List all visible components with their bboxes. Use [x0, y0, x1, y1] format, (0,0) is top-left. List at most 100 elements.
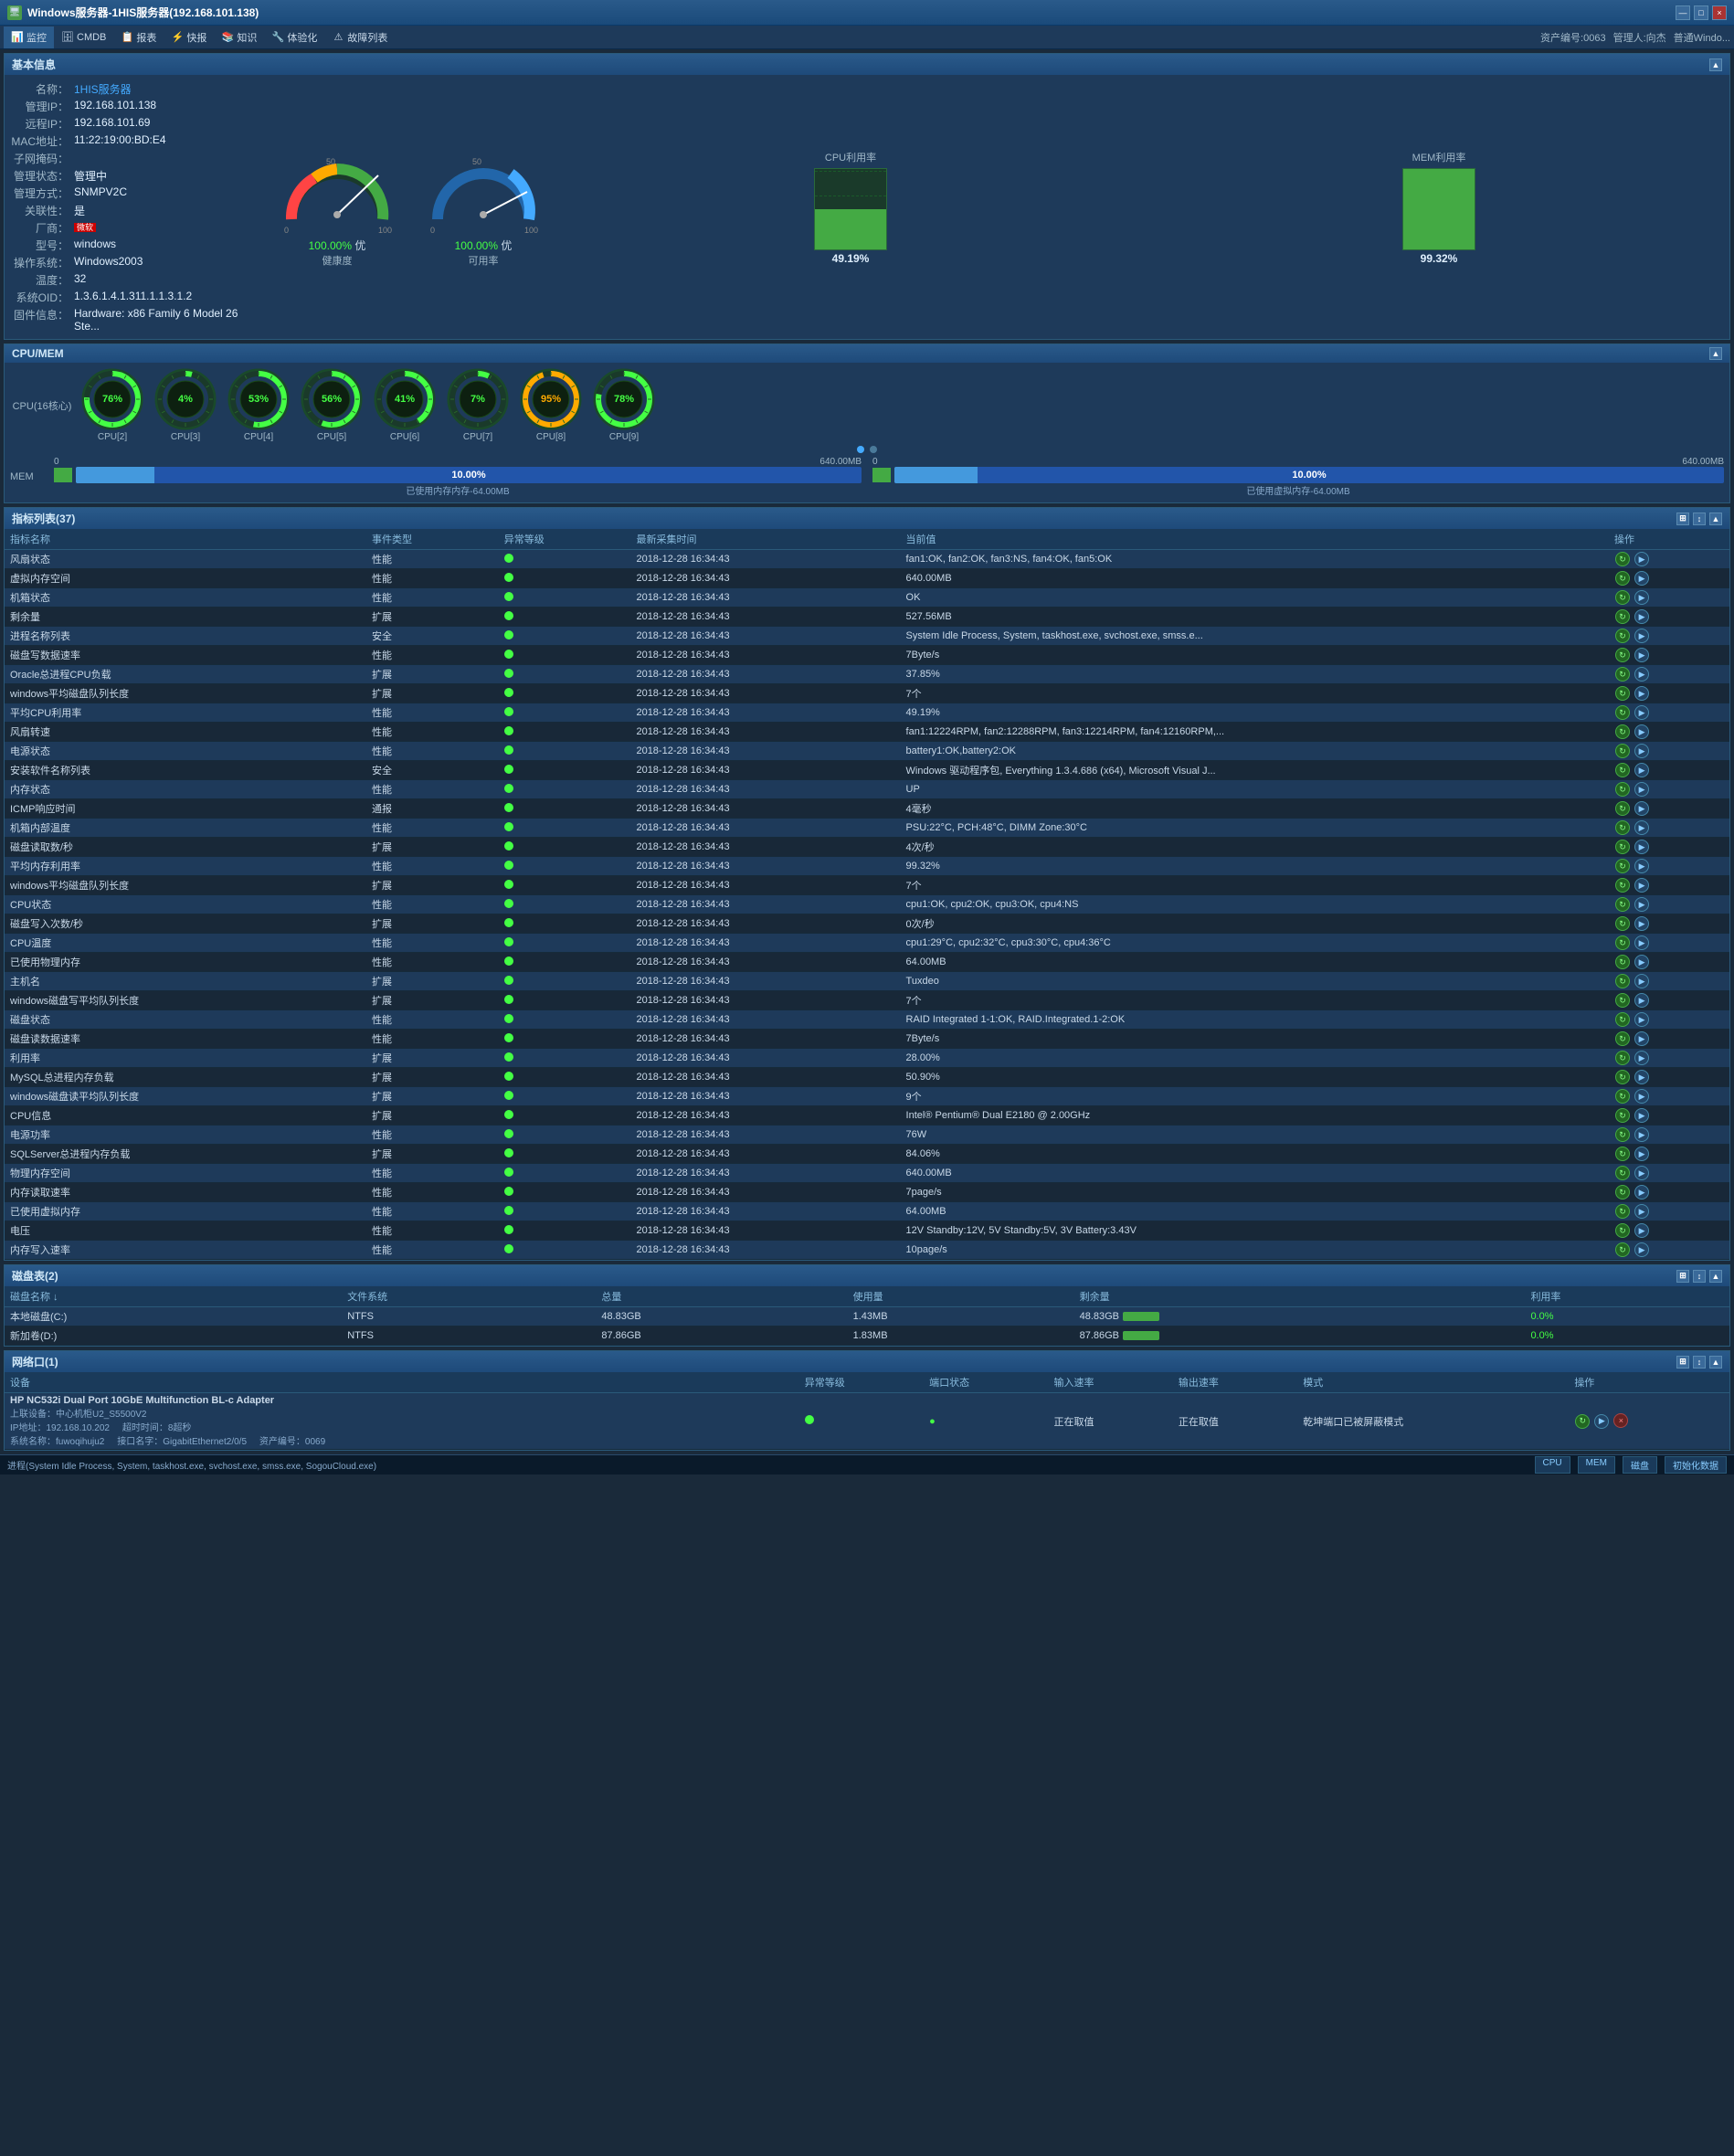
- status-tab-mem[interactable]: MEM: [1578, 1456, 1615, 1474]
- indicator-actions[interactable]: ↻ ▶: [1609, 761, 1729, 780]
- indicator-action-view[interactable]: ▶: [1634, 1108, 1649, 1123]
- indicator-action-view[interactable]: ▶: [1634, 955, 1649, 969]
- indicator-action-refresh[interactable]: ↻: [1615, 916, 1630, 931]
- indicator-actions[interactable]: ↻ ▶: [1609, 780, 1729, 799]
- indicator-actions[interactable]: ↻ ▶: [1609, 914, 1729, 934]
- indicator-actions[interactable]: ↻ ▶: [1609, 1106, 1729, 1126]
- indicator-actions[interactable]: ↻ ▶: [1609, 1145, 1729, 1164]
- indicator-action-view[interactable]: ▶: [1634, 1127, 1649, 1142]
- indicator-action-view[interactable]: ▶: [1634, 1012, 1649, 1027]
- indicator-action-refresh[interactable]: ↻: [1615, 1108, 1630, 1123]
- indicators-btn-1[interactable]: ⊞: [1676, 513, 1689, 525]
- indicator-action-view[interactable]: ▶: [1634, 686, 1649, 701]
- indicator-action-refresh[interactable]: ↻: [1615, 1070, 1630, 1084]
- indicator-action-view[interactable]: ▶: [1634, 609, 1649, 624]
- indicator-actions[interactable]: ↻ ▶: [1609, 1010, 1729, 1030]
- indicator-action-view[interactable]: ▶: [1634, 1204, 1649, 1219]
- indicator-actions[interactable]: ↻ ▶: [1609, 876, 1729, 895]
- indicator-action-view[interactable]: ▶: [1634, 571, 1649, 586]
- indicator-actions[interactable]: ↻ ▶: [1609, 1202, 1729, 1221]
- indicator-action-view[interactable]: ▶: [1634, 1070, 1649, 1084]
- nav-item-quick[interactable]: ⚡ 快报: [164, 26, 214, 48]
- nav-item-monitor[interactable]: 📊 监控: [4, 26, 54, 48]
- indicator-action-view[interactable]: ▶: [1634, 974, 1649, 988]
- indicator-actions[interactable]: ↻ ▶: [1609, 742, 1729, 761]
- indicator-actions[interactable]: ↻ ▶: [1609, 665, 1729, 684]
- indicator-action-view[interactable]: ▶: [1634, 590, 1649, 605]
- indicator-actions[interactable]: ↻ ▶: [1609, 588, 1729, 608]
- indicator-actions[interactable]: ↻ ▶: [1609, 569, 1729, 588]
- indicator-action-view[interactable]: ▶: [1634, 820, 1649, 835]
- indicator-action-view[interactable]: ▶: [1634, 1185, 1649, 1200]
- indicator-action-view[interactable]: ▶: [1634, 705, 1649, 720]
- indicator-action-view[interactable]: ▶: [1634, 629, 1649, 643]
- indicator-actions[interactable]: ↻ ▶: [1609, 723, 1729, 742]
- net-action-delete[interactable]: ×: [1613, 1413, 1628, 1428]
- indicator-action-refresh[interactable]: ↻: [1615, 705, 1630, 720]
- indicator-action-view[interactable]: ▶: [1634, 801, 1649, 816]
- indicator-action-refresh[interactable]: ↻: [1615, 935, 1630, 950]
- cpu-mem-expand-btn[interactable]: ▲: [1709, 347, 1722, 360]
- nav-item-report[interactable]: 📋 报表: [113, 26, 164, 48]
- indicator-action-view[interactable]: ▶: [1634, 1166, 1649, 1180]
- status-tabs[interactable]: CPU MEM 磁盘 初始化数据: [1535, 1456, 1727, 1474]
- indicator-actions[interactable]: ↻ ▶: [1609, 1183, 1729, 1202]
- page-dot-1[interactable]: [857, 446, 864, 453]
- indicator-actions[interactable]: ↻ ▶: [1609, 703, 1729, 723]
- indicator-actions[interactable]: ↻ ▶: [1609, 857, 1729, 876]
- indicator-action-refresh[interactable]: ↻: [1615, 590, 1630, 605]
- indicator-action-refresh[interactable]: ↻: [1615, 724, 1630, 739]
- indicator-actions[interactable]: ↻ ▶: [1609, 1164, 1729, 1183]
- indicator-actions[interactable]: ↻ ▶: [1609, 1087, 1729, 1106]
- indicator-action-view[interactable]: ▶: [1634, 1223, 1649, 1238]
- indicator-action-view[interactable]: ▶: [1634, 878, 1649, 893]
- indicator-actions[interactable]: ↻ ▶: [1609, 799, 1729, 819]
- indicator-action-refresh[interactable]: ↻: [1615, 974, 1630, 988]
- network-panel-controls[interactable]: ⊞ ↕ ▲: [1676, 1356, 1722, 1369]
- status-tab-init[interactable]: 初始化数据: [1665, 1456, 1727, 1474]
- nav-item-knowledge[interactable]: 📚 知识: [214, 26, 264, 48]
- indicators-panel-controls[interactable]: ⊞ ↕ ▲: [1676, 513, 1722, 525]
- indicator-action-view[interactable]: ▶: [1634, 935, 1649, 950]
- indicator-actions[interactable]: ↻ ▶: [1609, 1030, 1729, 1049]
- network-btn-3[interactable]: ▲: [1709, 1356, 1722, 1369]
- nav-item-cmdb[interactable]: 🗄 CMDB: [54, 26, 113, 48]
- indicator-actions[interactable]: ↻ ▶: [1609, 1068, 1729, 1087]
- indicator-action-refresh[interactable]: ↻: [1615, 801, 1630, 816]
- nav-item-experience[interactable]: 🔧 体验化: [264, 26, 324, 48]
- indicator-action-refresh[interactable]: ↻: [1615, 686, 1630, 701]
- indicator-action-view[interactable]: ▶: [1634, 916, 1649, 931]
- nav-item-faultlist[interactable]: ⚠ 故障列表: [324, 26, 395, 48]
- indicator-actions[interactable]: ↻ ▶: [1609, 953, 1729, 972]
- indicator-action-refresh[interactable]: ↻: [1615, 1185, 1630, 1200]
- indicator-action-view[interactable]: ▶: [1634, 744, 1649, 758]
- indicator-actions[interactable]: ↻ ▶: [1609, 934, 1729, 953]
- indicator-action-view[interactable]: ▶: [1634, 1147, 1649, 1161]
- indicator-actions[interactable]: ↻ ▶: [1609, 1241, 1729, 1260]
- indicator-actions[interactable]: ↻ ▶: [1609, 838, 1729, 857]
- indicator-action-refresh[interactable]: ↻: [1615, 782, 1630, 797]
- disk-btn-1[interactable]: ⊞: [1676, 1270, 1689, 1283]
- disk-btn-3[interactable]: ▲: [1709, 1270, 1722, 1283]
- indicator-actions[interactable]: ↻ ▶: [1609, 627, 1729, 646]
- indicator-action-view[interactable]: ▶: [1634, 897, 1649, 912]
- indicator-action-refresh[interactable]: ↻: [1615, 744, 1630, 758]
- indicator-action-refresh[interactable]: ↻: [1615, 1127, 1630, 1142]
- indicator-actions[interactable]: ↻ ▶: [1609, 1221, 1729, 1241]
- window-controls[interactable]: — □ ×: [1676, 5, 1727, 20]
- net-action-refresh[interactable]: ↻: [1575, 1414, 1590, 1429]
- indicator-action-refresh[interactable]: ↻: [1615, 1166, 1630, 1180]
- indicator-action-refresh[interactable]: ↻: [1615, 609, 1630, 624]
- indicator-action-view[interactable]: ▶: [1634, 724, 1649, 739]
- indicators-btn-2[interactable]: ↕: [1693, 513, 1706, 525]
- indicator-action-refresh[interactable]: ↻: [1615, 1012, 1630, 1027]
- indicator-action-refresh[interactable]: ↻: [1615, 897, 1630, 912]
- indicator-actions[interactable]: ↻ ▶: [1609, 550, 1729, 569]
- indicator-action-refresh[interactable]: ↻: [1615, 571, 1630, 586]
- indicator-action-view[interactable]: ▶: [1634, 1089, 1649, 1104]
- status-tab-cpu[interactable]: CPU: [1535, 1456, 1570, 1474]
- indicator-actions[interactable]: ↻ ▶: [1609, 895, 1729, 914]
- panel-expand-btn[interactable]: ▲: [1709, 58, 1722, 71]
- indicator-actions[interactable]: ↻ ▶: [1609, 684, 1729, 703]
- indicator-action-view[interactable]: ▶: [1634, 648, 1649, 662]
